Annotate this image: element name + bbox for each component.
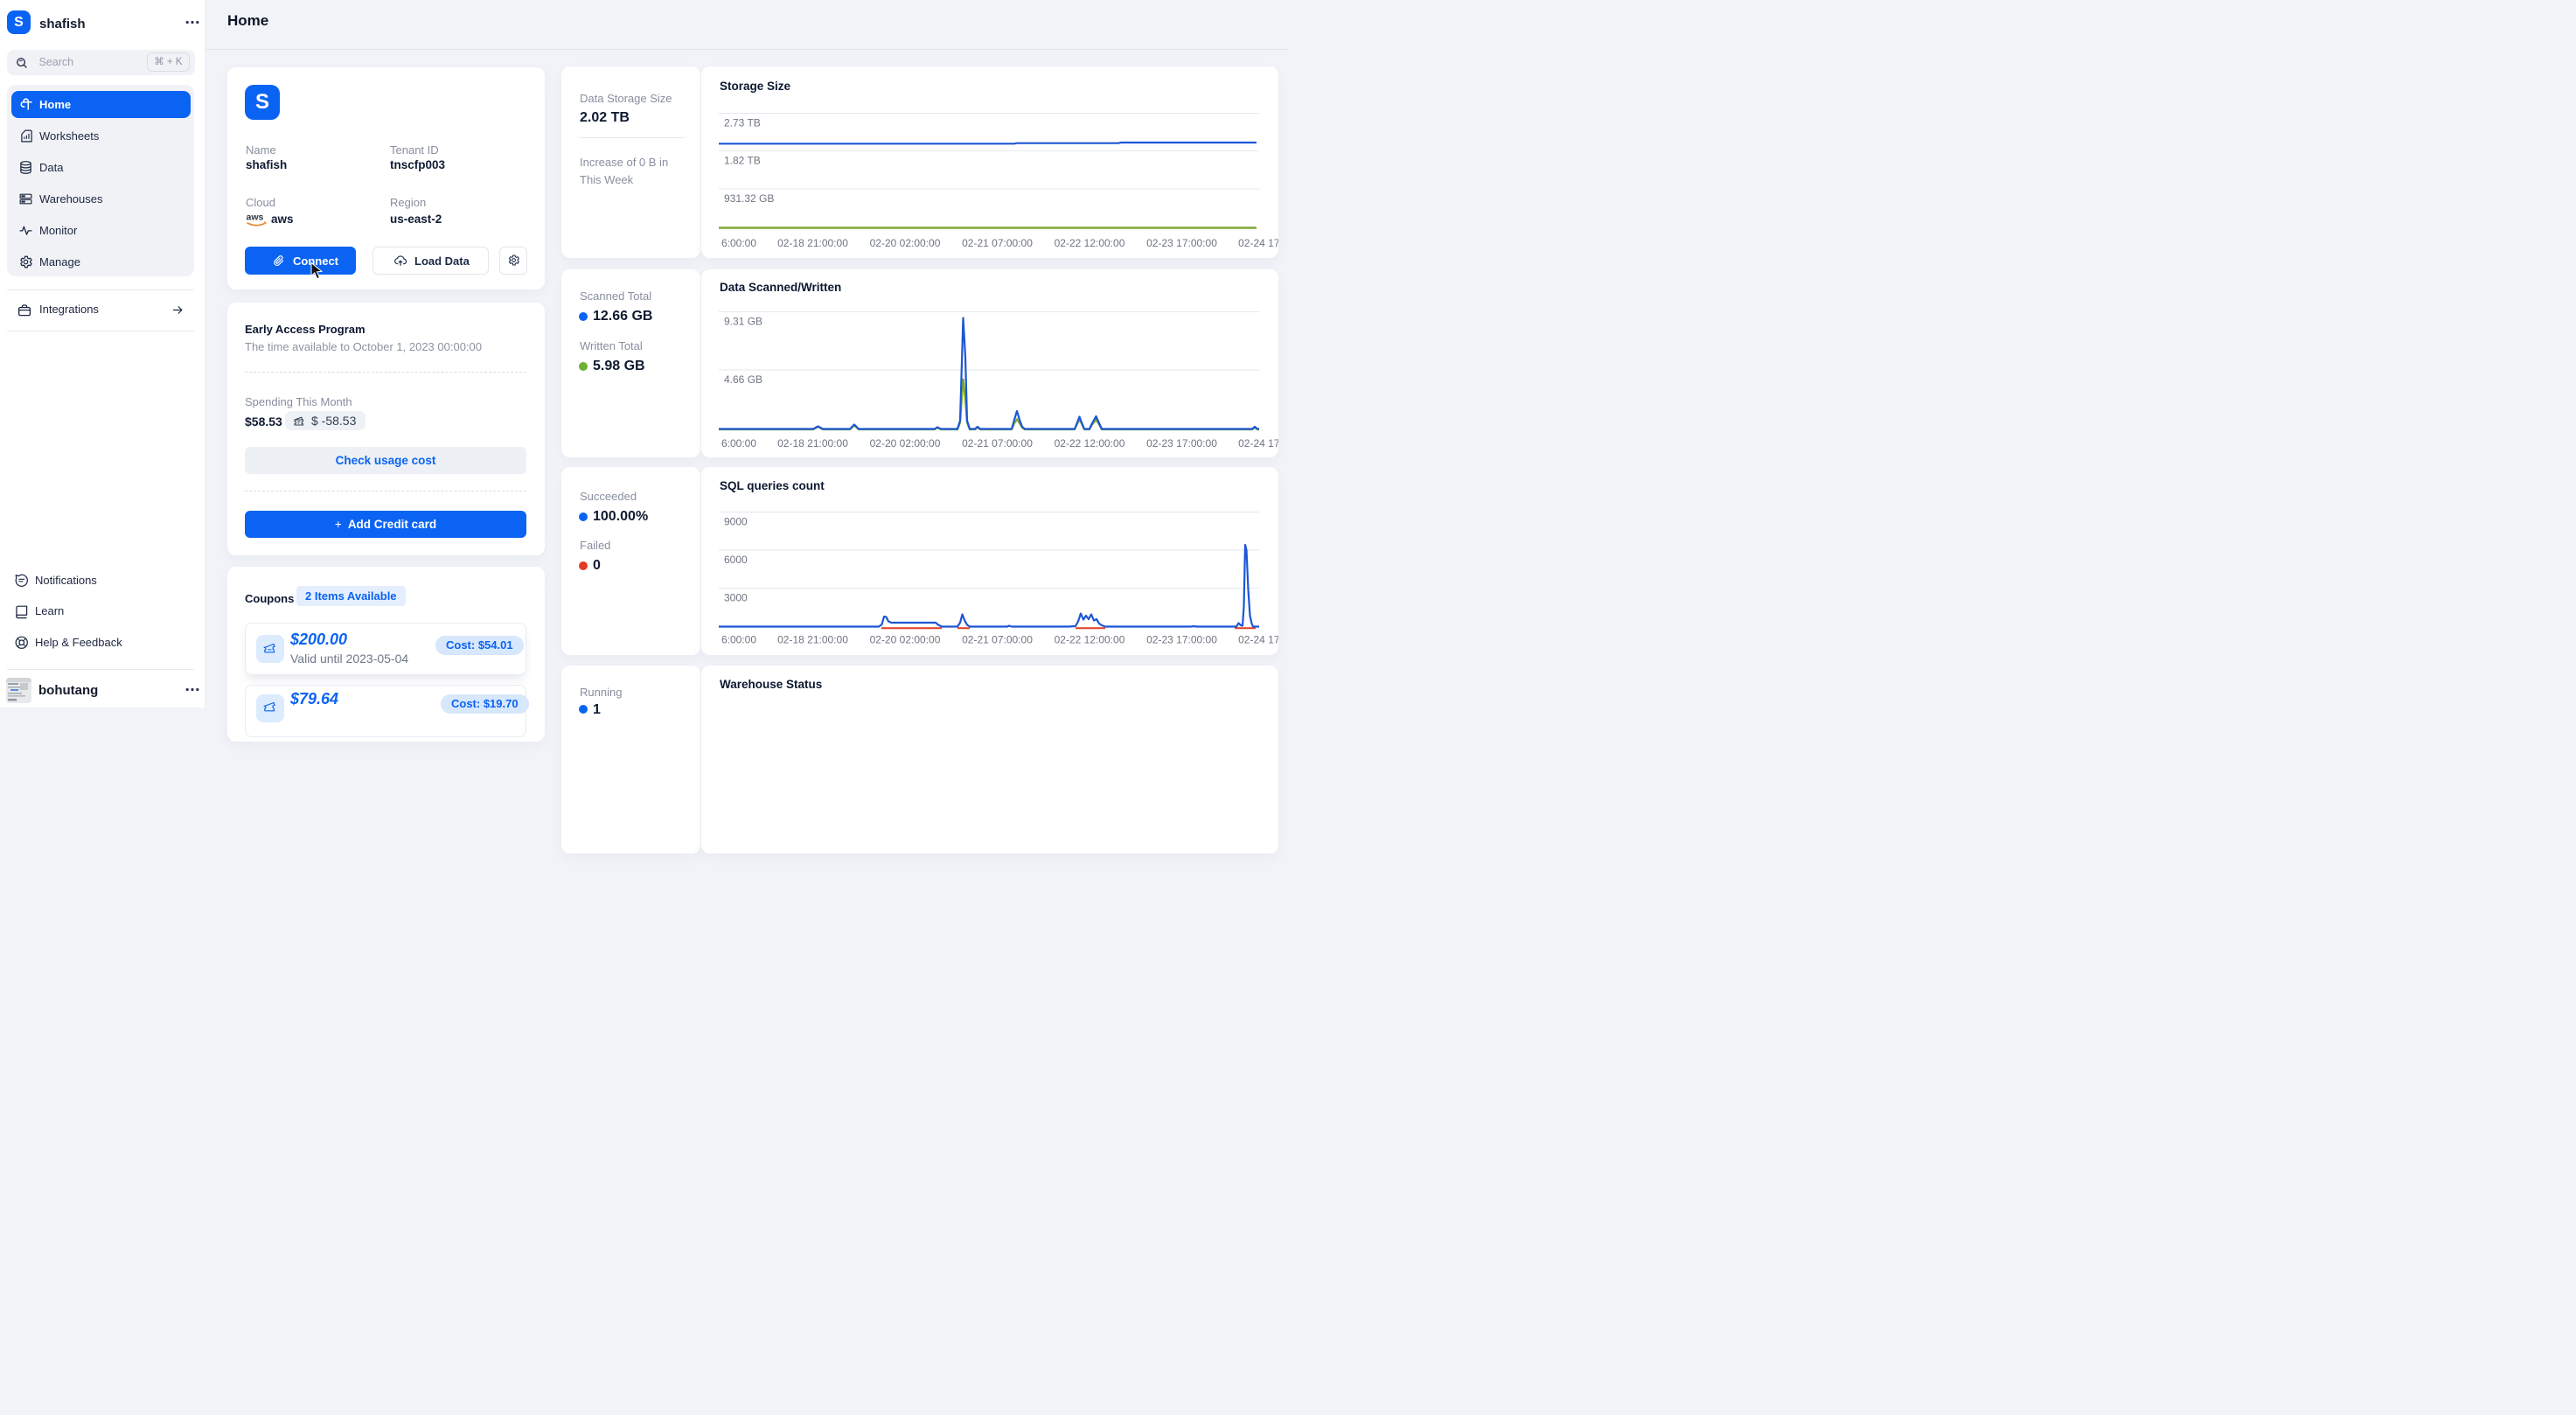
svg-text:6:00:00: 6:00:00 (721, 437, 756, 450)
svg-text:02-22 12:00:00: 02-22 12:00:00 (1055, 634, 1125, 646)
svg-text:aws: aws (247, 212, 264, 222)
svg-text:6:00:00: 6:00:00 (721, 634, 756, 646)
svg-text:1.82 TB: 1.82 TB (724, 155, 761, 167)
svg-text:02-18 21:00:00: 02-18 21:00:00 (777, 634, 848, 646)
svg-text:02-22 12:00:00: 02-22 12:00:00 (1055, 437, 1125, 450)
svg-text:02-24 17:00:00: 02-24 17:00:00 (1238, 237, 1278, 249)
svg-text:4.66 GB: 4.66 GB (724, 373, 762, 386)
svg-text:02-23 17:00:00: 02-23 17:00:00 (1146, 237, 1217, 249)
svg-text:3000: 3000 (724, 592, 748, 604)
svg-text:02-18 21:00:00: 02-18 21:00:00 (777, 437, 848, 450)
svg-text:02-23 17:00:00: 02-23 17:00:00 (1146, 437, 1217, 450)
svg-text:9.31 GB: 9.31 GB (724, 316, 762, 328)
svg-text:02-23 17:00:00: 02-23 17:00:00 (1146, 634, 1217, 646)
svg-text:02-20 02:00:00: 02-20 02:00:00 (870, 437, 941, 450)
svg-text:2.73 TB: 2.73 TB (724, 117, 761, 129)
svg-text:02-21 07:00:00: 02-21 07:00:00 (962, 634, 1033, 646)
svg-text:02-21 07:00:00: 02-21 07:00:00 (962, 437, 1033, 450)
svg-text:02-18 21:00:00: 02-18 21:00:00 (777, 237, 848, 249)
svg-text:02-20 02:00:00: 02-20 02:00:00 (870, 634, 941, 646)
svg-text:6:00:00: 6:00:00 (721, 237, 756, 249)
svg-text:6000: 6000 (724, 554, 748, 566)
svg-text:02-21 07:00:00: 02-21 07:00:00 (962, 237, 1033, 249)
svg-text:02-20 02:00:00: 02-20 02:00:00 (870, 237, 941, 249)
svg-text:02-22 12:00:00: 02-22 12:00:00 (1055, 237, 1125, 249)
svg-text:931.32 GB: 931.32 GB (724, 192, 774, 205)
svg-text:9000: 9000 (724, 516, 748, 528)
svg-text:02-24 17:00:00: 02-24 17:00:00 (1238, 437, 1278, 450)
svg-text:02-24 17:00:00: 02-24 17:00:00 (1238, 634, 1278, 646)
